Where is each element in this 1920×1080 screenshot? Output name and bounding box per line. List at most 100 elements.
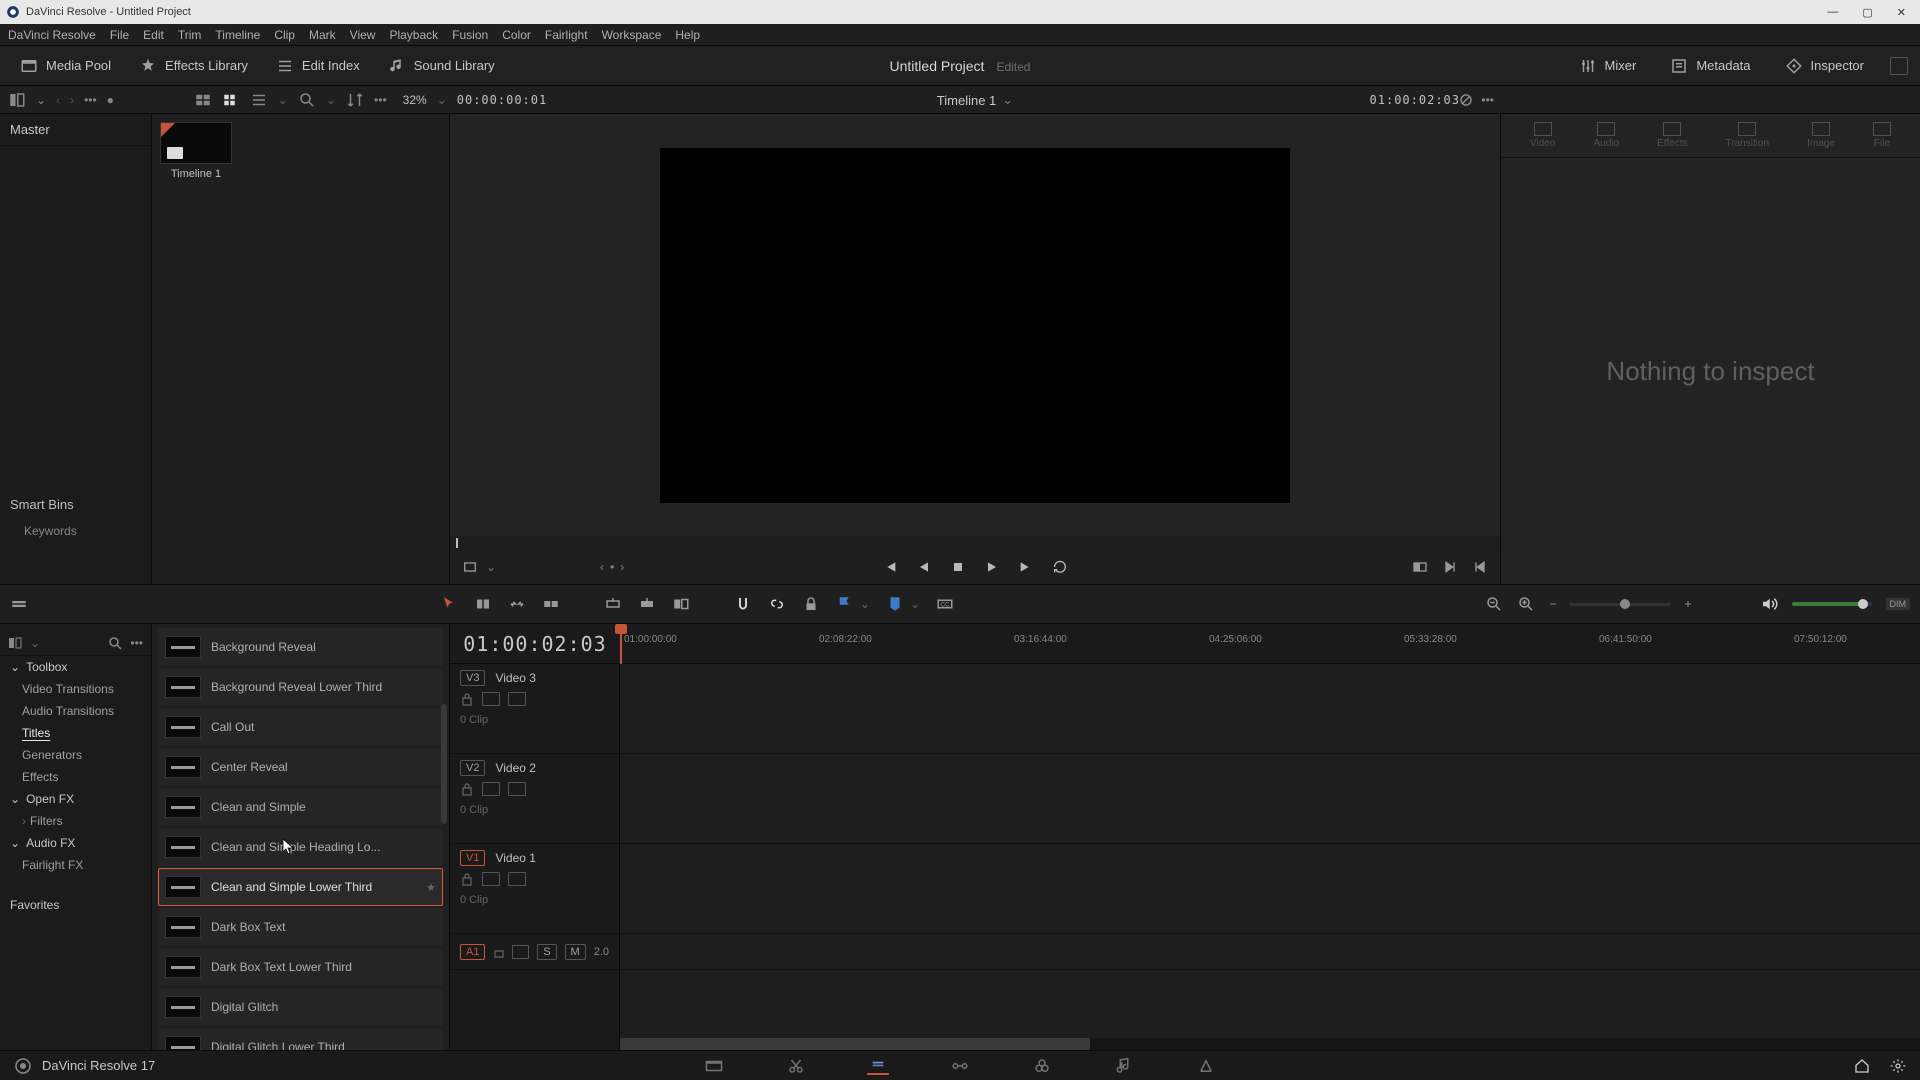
title-preset-item[interactable]: Background Reveal [158, 628, 443, 666]
lock-icon[interactable] [460, 782, 474, 796]
menu-edit[interactable]: Edit [143, 28, 164, 42]
metadata-button[interactable]: Metadata [1662, 53, 1758, 79]
auto-select-icon[interactable] [482, 692, 500, 706]
timeline-zoom-slider[interactable] [1570, 603, 1670, 606]
fx-search-icon[interactable] [108, 636, 122, 650]
page-color[interactable] [1031, 1057, 1053, 1075]
dim-badge[interactable]: DIM [1886, 598, 1911, 610]
lock-icon[interactable] [460, 692, 474, 706]
tree-fairlight-fx[interactable]: Fairlight FX [0, 854, 151, 876]
menu-timeline[interactable]: Timeline [215, 28, 260, 42]
last-frame-icon[interactable] [1018, 559, 1034, 575]
video-track-header[interactable]: V3Video 30 Clip [450, 664, 619, 754]
video-track-header[interactable]: V2Video 20 Clip [450, 754, 619, 844]
scrollbar[interactable] [441, 704, 447, 824]
first-frame-icon[interactable] [882, 559, 898, 575]
titles-list[interactable]: Background RevealBackground Reveal Lower… [152, 624, 450, 1050]
play-icon[interactable] [984, 559, 1000, 575]
bin-view-icon[interactable] [8, 91, 26, 109]
maximize-button[interactable]: ▢ [1862, 6, 1872, 19]
track-enable-icon[interactable] [508, 782, 526, 796]
trim-tool-icon[interactable] [474, 595, 492, 613]
track-enable-icon[interactable] [508, 692, 526, 706]
tree-effects[interactable]: Effects [0, 766, 151, 788]
audio-track-header[interactable]: A1SM2.0 [450, 934, 619, 970]
menu-workspace[interactable]: Workspace [602, 28, 662, 42]
menu-file[interactable]: File [110, 28, 129, 42]
media-pool-button[interactable]: Media Pool [12, 53, 119, 79]
position-lock-icon[interactable] [802, 595, 820, 613]
timeline-playhead-timecode[interactable]: 01:00:02:03 [450, 632, 620, 656]
insert-clip-icon[interactable] [604, 595, 622, 613]
close-button[interactable]: ✕ [1897, 6, 1906, 19]
minimize-button[interactable]: — [1827, 6, 1838, 19]
title-preset-item[interactable]: Background Reveal Lower Third [158, 668, 443, 706]
marker-icon[interactable] [886, 595, 904, 613]
title-preset-item[interactable]: Dark Box Text Lower Third [158, 948, 443, 986]
loop-icon[interactable] [1052, 559, 1068, 575]
timeline-ruler[interactable]: 01:00:00:0002:08:22:0003:16:44:0004:25:0… [620, 624, 1920, 664]
menu-trim[interactable]: Trim [178, 28, 202, 42]
title-preset-item[interactable]: Digital Glitch Lower Third [158, 1028, 443, 1050]
page-fairlight[interactable] [1113, 1057, 1135, 1075]
viewer-zoom[interactable]: 32% [403, 93, 427, 107]
inspector-tab-effects[interactable]: Effects [1657, 122, 1687, 149]
title-preset-item[interactable]: Digital Glitch [158, 988, 443, 1026]
menu-fusion[interactable]: Fusion [452, 28, 488, 42]
track-lanes[interactable] [620, 664, 1920, 1050]
track-id-badge[interactable]: V1 [460, 850, 485, 866]
timeline-horizontal-scrollbar[interactable] [620, 1038, 1920, 1050]
volume-slider[interactable] [1792, 602, 1872, 606]
mixer-button[interactable]: Mixer [1571, 53, 1645, 79]
selection-tool-icon[interactable] [440, 595, 458, 613]
lock-icon[interactable] [460, 872, 474, 886]
title-preset-item[interactable]: Call Out [158, 708, 443, 746]
title-preset-item[interactable]: Center Reveal [158, 748, 443, 786]
auto-select-icon[interactable] [482, 872, 500, 886]
replace-clip-icon[interactable] [672, 595, 690, 613]
menu-mark[interactable]: Mark [309, 28, 336, 42]
track-enable-icon[interactable] [508, 872, 526, 886]
inspector-tab-file[interactable]: File [1873, 122, 1891, 149]
timeline-view-options-icon[interactable] [10, 595, 28, 613]
linked-selection-icon[interactable] [768, 595, 786, 613]
inspector-tab-transition[interactable]: Transition [1726, 122, 1770, 149]
video-track-header[interactable]: V1Video 10 Clip [450, 844, 619, 934]
favorite-star-icon[interactable]: ★ [426, 881, 436, 894]
master-bin[interactable]: Master [0, 114, 151, 146]
auto-select-icon[interactable] [512, 945, 529, 959]
search-icon[interactable] [298, 91, 316, 109]
play-reverse-icon[interactable] [916, 559, 932, 575]
volume-icon[interactable] [1760, 595, 1778, 613]
tree-filters[interactable]: ›Filters [0, 810, 151, 832]
match-frame-dest-icon[interactable] [1412, 559, 1428, 575]
zoom-out-icon[interactable] [1485, 595, 1503, 613]
tree-favorites[interactable]: Favorites [0, 894, 151, 916]
audio-track-id-badge[interactable]: A1 [460, 944, 485, 960]
edit-index-button[interactable]: Edit Index [268, 53, 368, 79]
metadata-view-icon[interactable] [194, 91, 212, 109]
thumbnail-view-icon[interactable] [222, 91, 240, 109]
tree-open-fx[interactable]: ⌄Open FX [0, 788, 151, 810]
effects-library-button[interactable]: Effects Library [131, 53, 256, 79]
tree-titles[interactable]: Titles [0, 722, 151, 744]
next-marker-icon[interactable] [1442, 559, 1458, 575]
menu-color[interactable]: Color [502, 28, 531, 42]
title-preset-item[interactable]: Clean and Simple [158, 788, 443, 826]
inspector-tab-image[interactable]: Image [1807, 122, 1835, 149]
tree-audio-fx[interactable]: ⌄Audio FX [0, 832, 151, 854]
mute-button[interactable]: M [565, 944, 586, 960]
inspector-tab-video[interactable]: Video [1530, 122, 1555, 149]
overwrite-clip-icon[interactable] [638, 595, 656, 613]
page-fusion[interactable] [949, 1057, 971, 1075]
chevron-down-icon[interactable]: ⌄ [36, 93, 46, 107]
inspector-tab-audio[interactable]: Audio [1593, 122, 1619, 149]
solo-button[interactable]: S [537, 944, 556, 960]
full-screen-button[interactable] [1890, 57, 1908, 75]
stop-icon[interactable] [950, 559, 966, 575]
title-preset-item[interactable]: Clean and Simple Heading Lo... [158, 828, 443, 866]
title-preset-item[interactable]: Dark Box Text [158, 908, 443, 946]
caption-icon[interactable]: CC [936, 595, 954, 613]
match-frame-icon[interactable] [462, 559, 478, 575]
sort-icon[interactable] [346, 91, 364, 109]
